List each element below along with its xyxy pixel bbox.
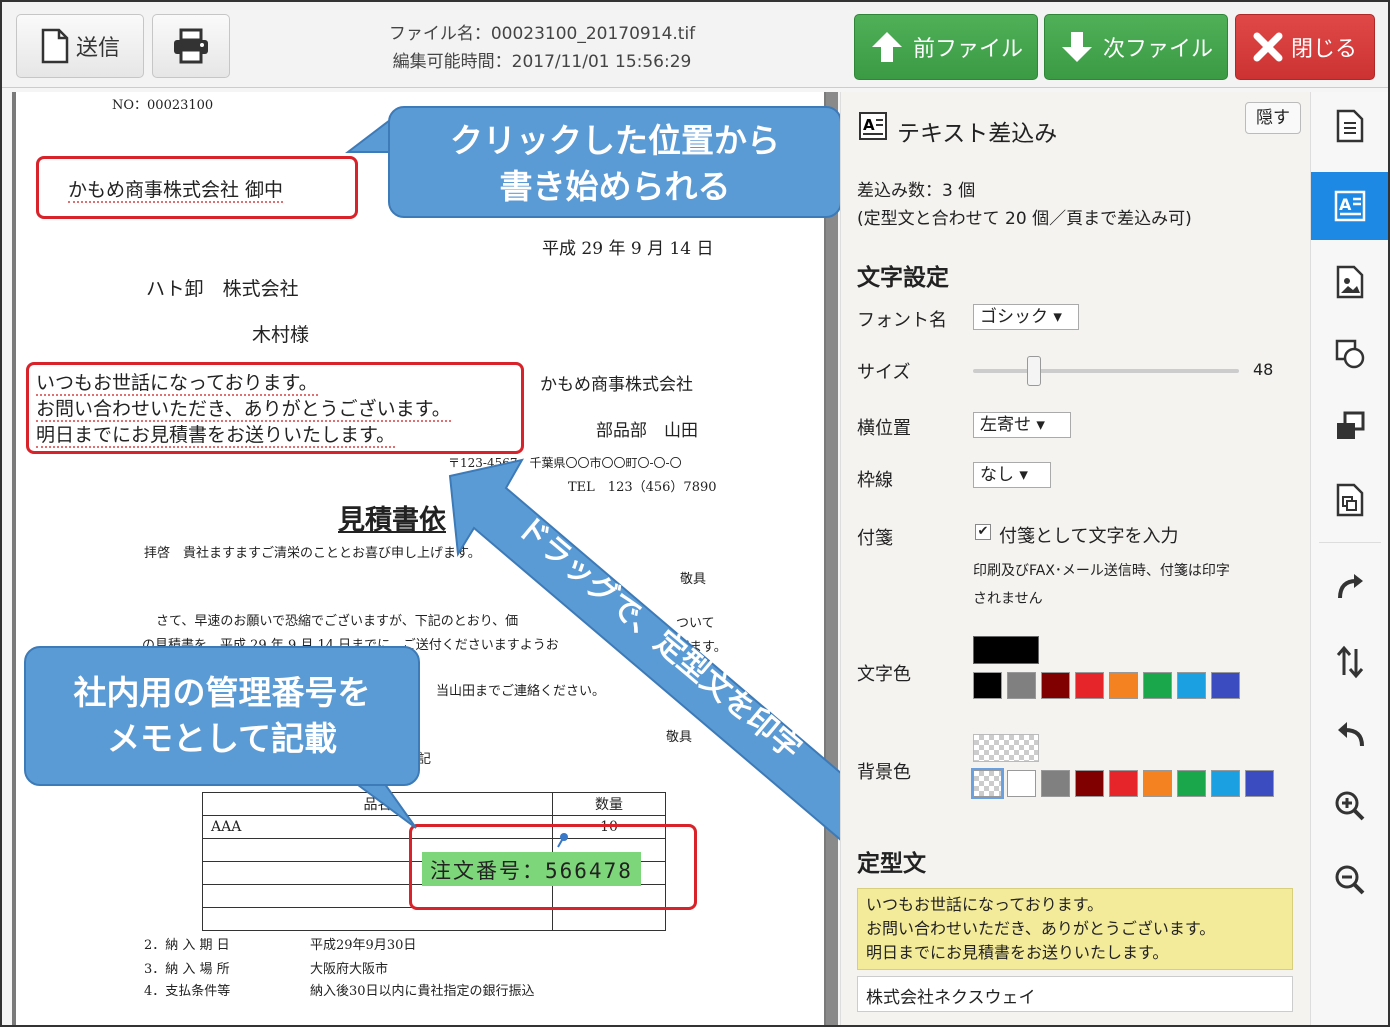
svg-text:A: A xyxy=(1339,195,1352,214)
svg-text:A: A xyxy=(863,116,875,134)
text-color-swatch-5[interactable] xyxy=(1109,672,1138,699)
font-select[interactable]: ゴシック ▾ xyxy=(973,304,1079,330)
size-slider-track[interactable] xyxy=(973,369,1239,373)
flip-vertical-icon[interactable] xyxy=(1311,628,1388,696)
template-line-2: お問い合わせいただき、ありがとうございます。 xyxy=(866,919,1216,938)
size-slider-handle[interactable] xyxy=(1027,356,1041,386)
text-color-swatch-6[interactable] xyxy=(1143,672,1172,699)
bg-color-swatch-1[interactable] xyxy=(971,768,1004,799)
template-item-2[interactable]: 株式会社ネクスウェイ xyxy=(857,976,1293,1012)
border-select-value: なし xyxy=(980,465,1014,485)
callout-memo-line-2: メモとして記載 xyxy=(106,719,337,758)
text-insert-icon[interactable]: A xyxy=(1311,172,1388,240)
document-icon[interactable] xyxy=(1311,92,1388,160)
size-value: 48 xyxy=(1253,360,1274,379)
sticky-help-2: されません xyxy=(973,591,1043,607)
text-color-current xyxy=(973,636,1039,664)
bg-color-current xyxy=(973,734,1039,762)
callout-click-line-2: 書き始められる xyxy=(499,167,731,206)
insert-limit: (定型文と合わせて 20 個／頁まで差込み可) xyxy=(857,209,1192,229)
undo-icon[interactable] xyxy=(1311,700,1388,768)
text-insert-icon: A xyxy=(859,112,887,144)
text-settings-heading: 文字設定 xyxy=(857,265,949,291)
align-label: 横位置 xyxy=(857,418,911,439)
text-color-swatch-7[interactable] xyxy=(1177,672,1206,699)
border-select[interactable]: なし ▾ xyxy=(973,462,1051,488)
layer-icon[interactable] xyxy=(1311,392,1388,460)
sticky-checkbox[interactable]: ✔ xyxy=(975,524,991,540)
sticky-checkbox-label: 付箋として文字を入力 xyxy=(999,526,1179,547)
tool-rail: A xyxy=(1310,92,1388,1025)
zoom-out-icon[interactable] xyxy=(1311,846,1388,914)
text-color-swatch-3[interactable] xyxy=(1041,672,1070,699)
template-line-3: 明日までにお見積書をお送りいたします。 xyxy=(866,943,1169,962)
template-line-1: いつもお世話になっております。 xyxy=(866,895,1104,914)
size-label: サイズ xyxy=(857,362,911,383)
callout-memo: 社内用の管理番号を メモとして記載 xyxy=(24,646,420,786)
bg-color-swatch-5[interactable] xyxy=(1109,770,1138,797)
bg-color-swatch-2[interactable] xyxy=(1007,770,1036,797)
rotate-right-icon[interactable] xyxy=(1311,552,1388,620)
text-insert-panel: A テキスト差込み 隠す 差込み数：3 個 (定型文と合わせて 20 個／頁まで… xyxy=(840,92,1310,1025)
text-color-swatch-8[interactable] xyxy=(1211,672,1240,699)
insert-count: 差込み数：3 個 xyxy=(857,181,976,201)
rail-divider xyxy=(1319,542,1381,543)
copy-page-icon[interactable] xyxy=(1311,466,1388,534)
bg-color-swatch-6[interactable] xyxy=(1143,770,1172,797)
image-icon[interactable] xyxy=(1311,248,1388,316)
callout-memo-line-1: 社内用の管理番号を xyxy=(73,673,371,712)
text-color-swatch-1[interactable] xyxy=(973,672,1002,699)
callout-click-line-1: クリックした位置から xyxy=(450,121,780,160)
sticky-help-1: 印刷及びFAX･メール送信時、付箋は印字 xyxy=(973,563,1230,579)
callout-click-position: クリックした位置から 書き始められる xyxy=(388,106,842,218)
font-label: フォント名 xyxy=(857,310,947,331)
font-select-value: ゴシック xyxy=(980,307,1048,327)
bg-color-swatch-7[interactable] xyxy=(1177,770,1206,797)
align-select[interactable]: 左寄せ ▾ xyxy=(973,412,1071,438)
shape-icon[interactable] xyxy=(1311,320,1388,388)
app-window: 送信 ファイル名：00023100_20170914.tif 編集可能時間：20… xyxy=(0,0,1390,1027)
hide-button[interactable]: 隠す xyxy=(1245,102,1301,134)
sticky-label: 付箋 xyxy=(857,528,893,549)
align-select-value: 左寄せ xyxy=(980,415,1031,435)
text-color-label: 文字色 xyxy=(857,664,911,685)
zoom-in-icon[interactable] xyxy=(1311,772,1388,840)
text-color-swatch-2[interactable] xyxy=(1007,672,1036,699)
border-label: 枠線 xyxy=(857,470,893,491)
bg-color-swatch-9[interactable] xyxy=(1245,770,1274,797)
panel-title: テキスト差込み xyxy=(897,121,1058,147)
template-item-1[interactable]: いつもお世話になっております。 お問い合わせいただき、ありがとうございます。 明… xyxy=(857,888,1293,970)
bg-color-swatch-8[interactable] xyxy=(1211,770,1240,797)
bg-color-swatch-4[interactable] xyxy=(1075,770,1104,797)
text-color-swatch-4[interactable] xyxy=(1075,672,1104,699)
bg-color-swatch-3[interactable] xyxy=(1041,770,1070,797)
template-heading: 定型文 xyxy=(857,851,926,877)
bg-color-label: 背景色 xyxy=(857,762,911,783)
